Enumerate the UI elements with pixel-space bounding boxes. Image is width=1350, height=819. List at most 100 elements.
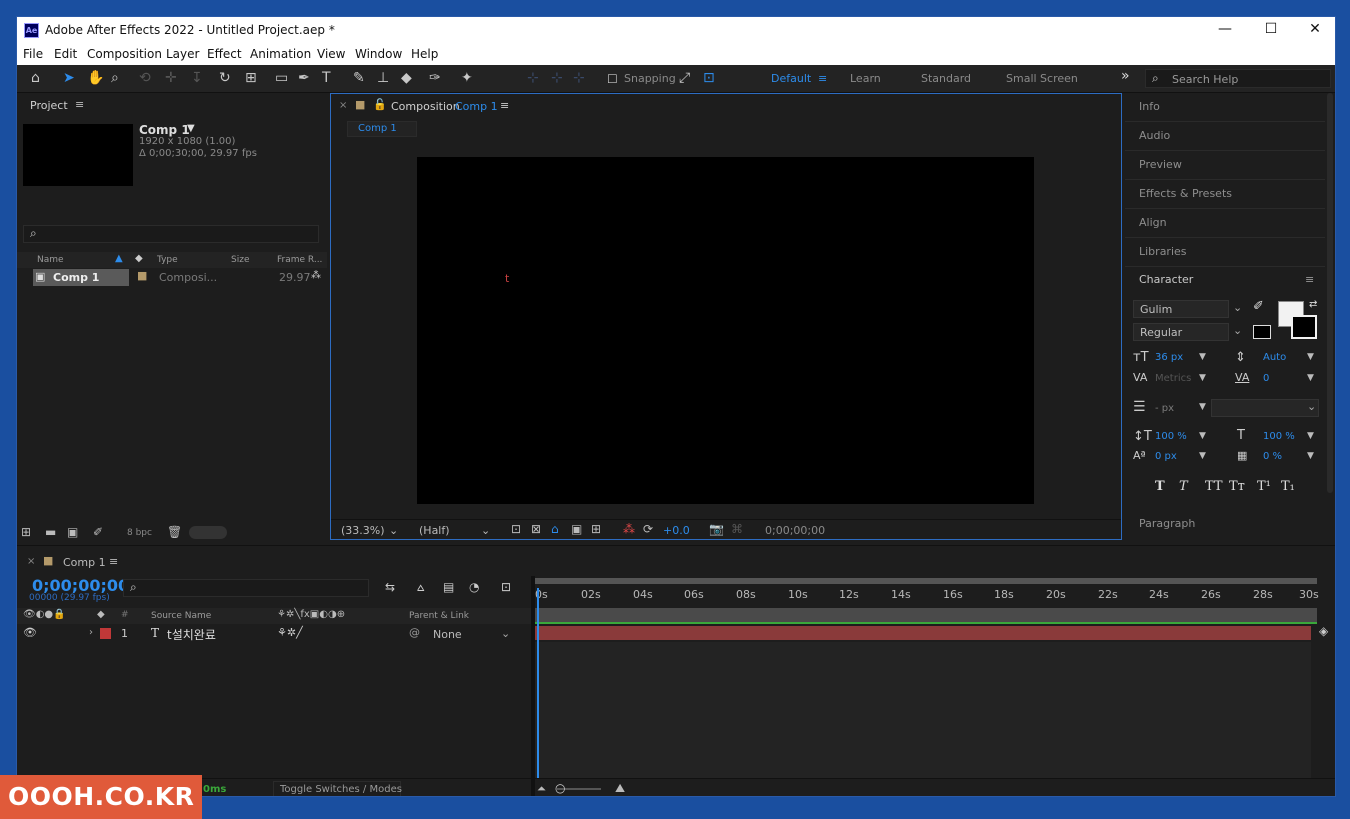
project-panel-title[interactable]: Project (30, 99, 68, 112)
pan-camera-icon[interactable]: ✛ (165, 70, 177, 86)
interpret-footage-icon[interactable]: ⊞ (21, 525, 31, 539)
anchor-point-tool-icon[interactable]: ⊞ (245, 70, 257, 86)
maximize-button[interactable]: ☐ (1253, 21, 1289, 37)
chevron-down-icon[interactable]: ⌄ (501, 627, 510, 640)
menu-composition[interactable]: Composition (87, 47, 162, 61)
chevron-right-icon[interactable]: › (89, 627, 93, 638)
tsume-value[interactable]: 0 % (1263, 451, 1282, 462)
kerning-value[interactable]: Metrics (1155, 373, 1191, 384)
zoom-slider-handle[interactable]: ○ (555, 781, 565, 795)
workspace-small-screen[interactable]: Small Screen (1006, 72, 1078, 85)
chevron-down-icon[interactable]: ▼ (1307, 451, 1314, 461)
viewer-timecode[interactable]: 0;00;00;00 (765, 524, 825, 537)
subscript-button[interactable]: T₁ (1281, 479, 1295, 494)
chevron-down-icon[interactable]: ▼ (1199, 402, 1206, 412)
transparency-grid-icon[interactable]: ⊠ (531, 522, 541, 536)
label-tag-icon[interactable]: ◆ (135, 253, 143, 264)
column-type[interactable]: Type (157, 255, 178, 265)
chevron-down-icon[interactable]: ▼ (1199, 431, 1206, 441)
workspace-standard[interactable]: Standard (921, 72, 971, 85)
adjust-settings-icon[interactable]: ✐ (93, 525, 103, 539)
chevron-down-icon[interactable]: ⌄ (481, 524, 490, 537)
chevron-down-icon[interactable]: ▼ (1199, 451, 1206, 461)
column-size[interactable]: Size (231, 255, 249, 265)
parent-dropdown[interactable]: None (433, 628, 462, 641)
local-axis-icon[interactable]: ⊹ (527, 70, 539, 86)
draft-3d-icon[interactable]: ⩟ (417, 580, 424, 595)
layer-search-input[interactable]: ⌕ (123, 579, 369, 597)
bpc-label[interactable]: 8 bpc (127, 528, 152, 538)
clone-stamp-tool-icon[interactable]: ⊥ (377, 70, 389, 86)
libraries-panel[interactable]: Libraries (1125, 238, 1325, 267)
fast-previews-icon[interactable]: ⊡ (511, 522, 521, 536)
type-tool-icon[interactable]: T (322, 70, 331, 86)
resolution-dropdown[interactable]: (Half) (419, 524, 450, 537)
eyedropper-icon[interactable]: ✐ (1253, 299, 1264, 314)
selection-tool-icon[interactable]: ➤ (63, 70, 75, 86)
roto-brush-tool-icon[interactable]: ✑ (429, 70, 441, 86)
all-caps-button[interactable]: TT (1205, 479, 1223, 494)
frame-blending-icon[interactable]: ▤ (443, 580, 454, 594)
thumbnail-slider[interactable] (189, 526, 227, 539)
work-area-bar[interactable] (535, 578, 1317, 584)
close-panel-icon[interactable]: × (27, 556, 35, 567)
sort-ascending-icon[interactable]: ▲ (115, 253, 123, 264)
snap-edges-icon[interactable]: ⤢ (679, 70, 690, 86)
menu-layer[interactable]: Layer (166, 47, 199, 61)
menu-view[interactable]: View (317, 47, 345, 61)
audio-panel[interactable]: Audio (1125, 122, 1325, 151)
new-composition-icon[interactable]: ▣ (67, 525, 78, 539)
zoom-dropdown[interactable]: (33.3%) (341, 524, 385, 537)
comp-dropdown-icon[interactable]: ▼ (187, 123, 195, 134)
reset-exposure-icon[interactable]: ⟳ (643, 522, 653, 536)
dolly-camera-icon[interactable]: ↧ (191, 70, 203, 86)
stroke-color-swatch[interactable] (1291, 315, 1317, 339)
zoom-tool-icon[interactable]: ⌕ (111, 70, 119, 86)
right-panel-scrollbar[interactable] (1327, 93, 1333, 493)
column-source-name[interactable]: Source Name (151, 611, 211, 621)
visibility-eye-icon[interactable]: 👁 (23, 626, 37, 639)
grid-guides-icon[interactable]: ⊞ (591, 522, 601, 536)
comp-tab[interactable]: Comp 1 (347, 121, 417, 137)
snapshot-icon[interactable]: 📷 (709, 522, 724, 536)
snap-features-icon[interactable]: ⊡ (703, 70, 715, 86)
layer-switches-icons[interactable]: ⚘✲╱ (277, 626, 303, 639)
character-panel-title[interactable]: Character (1139, 273, 1193, 286)
workspace-overflow-icon[interactable]: » (1121, 68, 1130, 84)
layer-row[interactable]: 👁 › 1 T t설치완료 ⚘✲╱ @ None ⌄ (17, 625, 531, 642)
view-axis-icon[interactable]: ⊹ (573, 70, 585, 86)
av-features-icon[interactable]: 👁◐●🔒 (23, 609, 66, 620)
timeline-tab[interactable]: Comp 1 (63, 556, 106, 569)
project-search-input[interactable]: ⌕ (23, 225, 319, 243)
baseline-shift-value[interactable]: 0 px (1155, 451, 1177, 462)
work-area-track[interactable] (535, 608, 1317, 622)
project-row[interactable]: ▣ Comp 1 ■ Composi... 29.97 ⁂ (17, 269, 327, 286)
leading-value[interactable]: Auto (1263, 352, 1286, 363)
menu-effect[interactable]: Effect (207, 47, 242, 61)
effects-presets-panel[interactable]: Effects & Presets (1125, 180, 1325, 209)
exposure-value[interactable]: +0.0 (663, 524, 690, 537)
chevron-down-icon[interactable]: ⌄ (1307, 400, 1316, 413)
font-size-value[interactable]: 36 px (1155, 352, 1183, 363)
region-of-interest-icon[interactable]: ▣ (571, 522, 582, 536)
preview-panel[interactable]: Preview (1125, 151, 1325, 180)
composition-mini-flowchart-icon[interactable]: ⇆ (385, 580, 395, 594)
superscript-button[interactable]: T¹ (1257, 479, 1271, 494)
panel-menu-icon[interactable]: ≡ (109, 555, 118, 568)
chevron-down-icon[interactable]: ▼ (1199, 373, 1206, 383)
menu-edit[interactable]: Edit (54, 47, 77, 61)
chevron-down-icon[interactable]: ▼ (1307, 373, 1314, 383)
snapping-checkbox[interactable]: ☐ (607, 72, 618, 86)
stroke-style-dropdown[interactable] (1211, 399, 1319, 417)
close-button[interactable]: ✕ (1297, 21, 1333, 37)
close-panel-icon[interactable]: × (339, 100, 347, 111)
menu-help[interactable]: Help (411, 47, 438, 61)
panel-menu-icon[interactable]: ≡ (500, 99, 509, 112)
menu-file[interactable]: File (23, 47, 43, 61)
column-name[interactable]: Name (37, 255, 64, 265)
faux-bold-button[interactable]: T (1155, 479, 1165, 494)
minimize-button[interactable]: — (1207, 21, 1243, 37)
zoom-out-icon[interactable]: ⏶ (537, 782, 546, 796)
composition-panel-title[interactable]: Composition (391, 100, 460, 113)
workspace-learn[interactable]: Learn (850, 72, 881, 85)
